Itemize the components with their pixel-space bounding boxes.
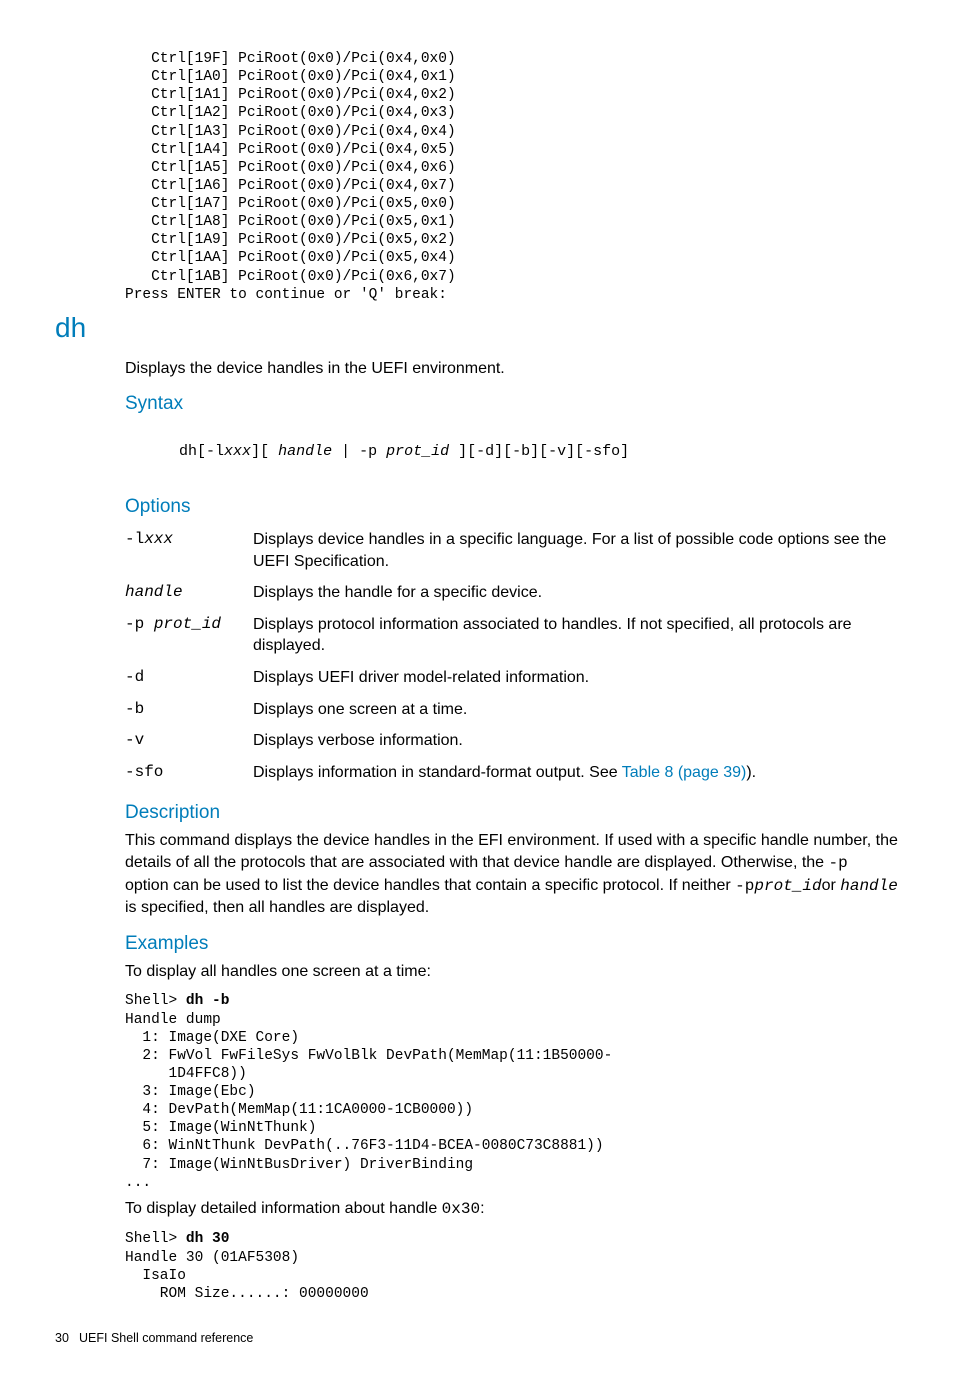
option-row: handleDisplays the handle for a specific… — [125, 577, 899, 609]
option-desc: Displays verbose information. — [253, 725, 899, 757]
option-flag: -d — [125, 662, 253, 694]
option-desc: Displays the handle for a specific devic… — [253, 577, 899, 609]
cross-ref-link[interactable]: Table 8 (page 39) — [622, 764, 747, 781]
option-desc: Displays device handles in a specific la… — [253, 524, 899, 577]
description-text: This command displays the device handles… — [125, 830, 899, 918]
section-syntax: Syntax — [125, 393, 899, 415]
option-flag: -p prot_id — [125, 609, 253, 662]
option-flag: -lxxx — [125, 524, 253, 577]
command-intro: Displays the device handles in the UEFI … — [125, 358, 899, 380]
option-desc: Displays information in standard-format … — [253, 757, 899, 789]
option-row: -sfoDisplays information in standard-for… — [125, 757, 899, 789]
example-code-2: Shell> dh 30 Handle 30 (01AF5308) IsaIo … — [125, 1230, 899, 1303]
options-table: -lxxxDisplays device handles in a specif… — [125, 524, 899, 788]
option-row: -vDisplays verbose information. — [125, 725, 899, 757]
example-intro-1: To display all handles one screen at a t… — [125, 961, 899, 983]
option-row: -bDisplays one screen at a time. — [125, 694, 899, 726]
option-flag: handle — [125, 577, 253, 609]
command-heading: dh — [55, 312, 899, 344]
section-examples: Examples — [125, 933, 899, 955]
syntax-line: dh[-lxxx][ handle | -p prot_id ][-d][-b]… — [125, 421, 899, 482]
page-footer: 30UEFI Shell command reference — [55, 1331, 899, 1345]
example-intro-2: To display detailed information about ha… — [125, 1198, 899, 1221]
code-output-top: Ctrl[19F] PciRoot(0x0)/Pci(0x4,0x0) Ctrl… — [125, 50, 899, 304]
option-desc: Displays protocol information associated… — [253, 609, 899, 662]
option-flag: -sfo — [125, 757, 253, 789]
option-desc: Displays UEFI driver model-related infor… — [253, 662, 899, 694]
option-row: -lxxxDisplays device handles in a specif… — [125, 524, 899, 577]
option-row: -p prot_idDisplays protocol information … — [125, 609, 899, 662]
example-code-1: Shell> dh -b Handle dump 1: Image(DXE Co… — [125, 992, 899, 1191]
option-row: -dDisplays UEFI driver model-related inf… — [125, 662, 899, 694]
option-flag: -b — [125, 694, 253, 726]
option-desc: Displays one screen at a time. — [253, 694, 899, 726]
section-options: Options — [125, 496, 899, 518]
option-flag: -v — [125, 725, 253, 757]
section-description: Description — [125, 802, 899, 824]
